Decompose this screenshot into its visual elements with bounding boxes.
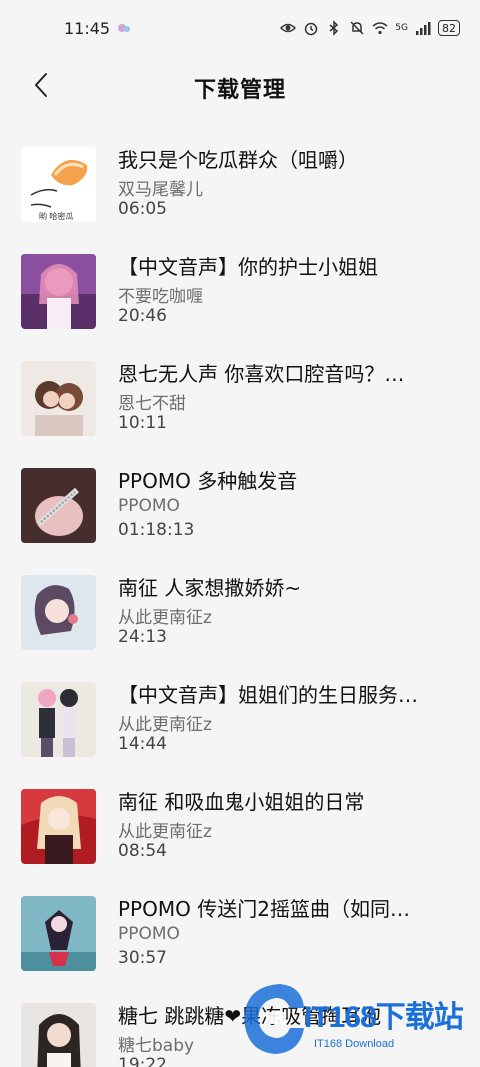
item-author: 恩七不甜 — [118, 394, 186, 414]
item-thumbnail — [21, 575, 96, 650]
item-title: 南征 人家想撒娇娇~ — [118, 576, 302, 600]
eye-icon — [280, 20, 297, 36]
item-title: 【中文音声】姐姐们的生日服务… — [118, 683, 418, 707]
item-title: PPOMO 传送门2摇篮曲（如同… — [118, 897, 410, 921]
item-duration: 08:54 — [118, 841, 167, 861]
page-title: 下载管理 — [193, 78, 286, 103]
mute-bell-icon — [349, 20, 365, 36]
item-title: PPOMO 多种触发音 — [118, 469, 298, 493]
item-thumbnail — [21, 254, 96, 329]
list-item[interactable]: 南征 和吸血鬼小姐姐的日常 从此更南征z 08:54 — [0, 780, 480, 887]
item-author: PPOMO — [118, 496, 180, 516]
item-duration: 06:05 — [118, 199, 167, 219]
status-time: 11:45 — [64, 18, 111, 38]
list-item[interactable]: 糖七 跳跳糖❤果冻吸管掏耳泡 糖七baby 19:22 — [0, 994, 480, 1067]
battery-icon: 82 — [438, 20, 460, 36]
download-list: 哟 哈密瓜 我只是个吃瓜群众（咀嚼） 双马尾馨儿 06:05 【中文音声】你的护… — [0, 138, 480, 1067]
item-thumbnail — [21, 789, 96, 864]
item-thumbnail — [21, 1003, 96, 1067]
item-title: 我只是个吃瓜群众（咀嚼） — [118, 148, 358, 172]
item-title: 糖七 跳跳糖❤果冻吸管掏耳泡 — [118, 1004, 382, 1028]
app-notification-icon — [116, 20, 132, 36]
item-thumbnail — [21, 682, 96, 757]
wifi-icon — [372, 20, 388, 36]
item-author: 糖七baby — [118, 1036, 195, 1056]
item-duration: 19:22 — [118, 1055, 167, 1067]
item-duration: 14:44 — [118, 734, 167, 754]
item-author: 从此更南征z — [118, 715, 212, 735]
item-thumbnail — [21, 896, 96, 971]
item-title: 恩七无人声 你喜欢口腔音吗？… — [118, 362, 405, 386]
item-author: 双马尾馨儿 — [118, 180, 203, 200]
list-item[interactable]: PPOMO 多种触发音 PPOMO 01:18:13 — [0, 459, 480, 566]
thumb-caption: 哟 哈密瓜 — [39, 211, 74, 221]
item-thumbnail — [21, 468, 96, 543]
signal-icon — [415, 20, 431, 36]
item-duration: 20:46 — [118, 306, 167, 326]
status-left: 11:45 — [64, 19, 132, 38]
item-author: 从此更南征z — [118, 608, 212, 628]
item-author: PPOMO — [118, 924, 180, 944]
list-item[interactable]: 南征 人家想撒娇娇~ 从此更南征z 24:13 — [0, 566, 480, 673]
item-duration: 30:57 — [118, 948, 167, 968]
header: 下载管理 — [0, 56, 480, 118]
item-thumbnail: 哟 哈密瓜 — [21, 147, 96, 222]
list-item[interactable]: 【中文音声】姐姐们的生日服务… 从此更南征z 14:44 — [0, 673, 480, 780]
list-item[interactable]: PPOMO 传送门2摇篮曲（如同… PPOMO 30:57 — [0, 887, 480, 994]
item-title: 南征 和吸血鬼小姐姐的日常 — [118, 790, 365, 814]
bluetooth-icon — [326, 20, 342, 36]
status-bar: 11:45 5G 82 — [0, 0, 480, 56]
network-type: 5G — [395, 23, 408, 33]
item-author: 不要吃咖喱 — [118, 287, 203, 307]
item-thumbnail — [21, 361, 96, 436]
list-item[interactable]: 哟 哈密瓜 我只是个吃瓜群众（咀嚼） 双马尾馨儿 06:05 — [0, 138, 480, 245]
status-right: 5G 82 — [280, 20, 460, 36]
item-duration: 24:13 — [118, 627, 167, 647]
item-title: 【中文音声】你的护士小姐姐 — [118, 255, 378, 279]
list-item[interactable]: 恩七无人声 你喜欢口腔音吗？… 恩七不甜 10:11 — [0, 352, 480, 459]
alarm-icon — [303, 20, 319, 36]
item-duration: 10:11 — [118, 413, 167, 433]
list-item[interactable]: 【中文音声】你的护士小姐姐 不要吃咖喱 20:46 — [0, 245, 480, 352]
battery-level: 82 — [442, 21, 456, 35]
item-author: 从此更南征z — [118, 822, 212, 842]
item-duration: 01:18:13 — [118, 520, 195, 540]
